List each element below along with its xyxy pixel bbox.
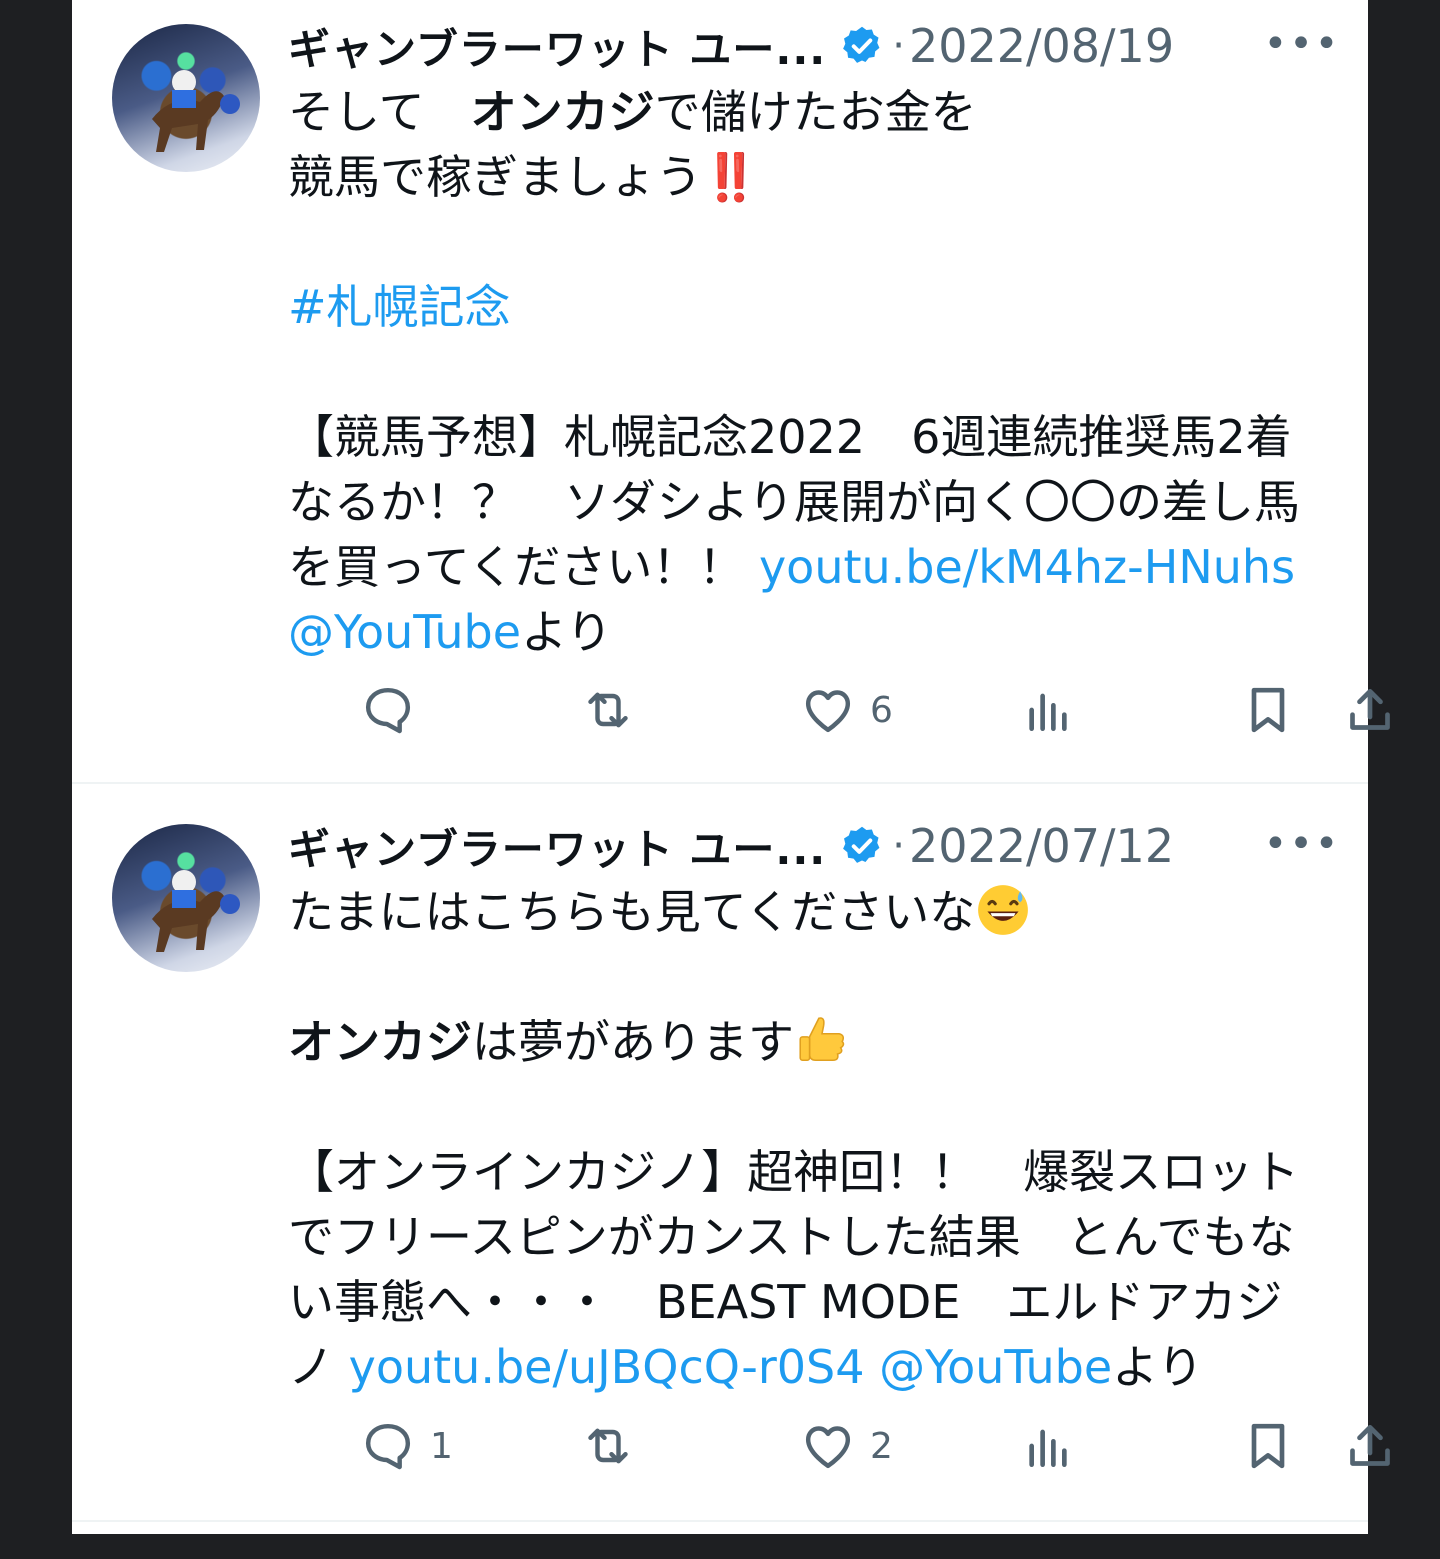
like-button[interactable]: 6 [800,680,893,740]
horse-racing-photo [152,70,240,152]
mention-link[interactable]: @YouTube [879,1340,1112,1394]
mention-link[interactable]: @YouTube [288,605,521,659]
text-line: なるか！？ ソダシより展開が向く〇〇の差し馬 [288,470,1328,535]
text-line: オンカジは夢があります [288,1010,1328,1075]
reply-icon [365,1423,411,1470]
retweet-icon [588,692,628,728]
timeline: ギャンブラーワット ユー... · 2022/08/19 ••• そして オンカ… [72,0,1390,1534]
text: を買ってください！！ [288,540,759,594]
text: で儲けたお金を [654,85,977,139]
bold-text: オンカジ [470,85,655,139]
text: 競馬で稼ぎましょう [288,150,702,204]
more-options-icon[interactable]: ••• [1264,14,1339,74]
action-bar: 1 2 [288,1416,1390,1476]
share-button[interactable] [1342,680,1398,740]
avatar[interactable] [112,824,260,972]
text: 【オンラインカジノ】超神回！！ 爆裂スロット [288,1145,1300,1199]
text-line: 競馬で稼ぎましょう‼️ [288,145,1328,210]
verified-badge-icon [843,26,880,63]
tweet[interactable]: ギャンブラーワット ユー... · 2022/08/19 ••• そして オンカ… [72,0,1390,784]
text-line: い事態へ・・・ BEAST MODE エルドアカジ [288,1270,1328,1335]
bookmark-icon [1251,687,1285,733]
reply-button[interactable] [360,680,430,740]
verified-badge-icon [843,826,880,863]
analytics-icon [1029,693,1067,731]
tweet[interactable]: ギャンブラーワット ユー... · 2022/07/12 ••• たまにはこちら… [72,784,1390,1522]
reply-icon [365,687,411,734]
text-line: たまにはこちらも見てくださいな [288,880,1328,945]
action-bar: 6 [288,680,1390,740]
more-options-icon[interactable]: ••• [1264,814,1339,874]
heart-icon [805,690,851,733]
grinning-sweat-emoji-icon [978,885,1029,935]
text: より [1112,1340,1204,1394]
text: ノ [288,1340,349,1394]
tweet-text: そして オンカジで儲けたお金を 競馬で稼ぎましょう‼️ #札幌記念 【競馬予想】… [288,80,1328,665]
text-line: 【オンラインカジノ】超神回！！ 爆裂スロット [288,1140,1328,1205]
like-count: 6 [870,689,893,731]
author-name[interactable]: ギャンブラーワット ユー... [288,816,826,877]
text: たまにはこちらも見てくださいな [288,885,976,939]
text: なるか！？ ソダシより展開が向く〇〇の差し馬 [288,475,1300,529]
views-button[interactable] [1020,1416,1076,1476]
separator: · [892,823,905,869]
retweet-button[interactable] [580,1416,636,1476]
double-exclamation-emoji: ‼️ [702,150,759,204]
analytics-icon [1029,1429,1067,1467]
horse-racing-photo [152,870,240,952]
url-link[interactable]: youtu.be/uJBQcQ-r0S4 [349,1340,865,1394]
hashtag-link[interactable]: #札幌記念 [288,280,511,334]
reply-button[interactable]: 1 [360,1416,453,1476]
text: でフリースピンがカンストした結果 とんでもな [288,1210,1295,1264]
author-name[interactable]: ギャンブラーワット ユー... [288,16,826,77]
text: は夢があります [472,1015,794,1069]
tweet-header: ギャンブラーワット ユー... · 2022/08/19 [288,16,1174,76]
share-button[interactable] [1342,1416,1398,1476]
bookmark-icon [1251,1423,1285,1469]
reply-count: 1 [430,1425,453,1467]
tweet-header: ギャンブラーワット ユー... · 2022/07/12 [288,816,1174,876]
text [864,1340,879,1394]
avatar[interactable] [112,24,260,172]
text: 【競馬予想】札幌記念2022 6週連続推奨馬2着 [288,410,1292,464]
retweet-icon [588,1428,628,1464]
url-link[interactable]: youtu.be/kM4hz-HNuhs [759,540,1295,594]
tweet-date[interactable]: 2022/07/12 [909,819,1174,873]
bookmark-button[interactable] [1240,680,1296,740]
text-line: #札幌記念 [288,275,1328,340]
tweet-text: たまにはこちらも見てくださいな オンカジは夢があります 【オンラインカジノ】超神… [288,880,1328,1400]
text-line: そして オンカジで儲けたお金を [288,80,1328,145]
heart-icon [805,1426,851,1469]
like-count: 2 [870,1425,893,1467]
bold-text: オンカジ [288,1015,472,1069]
retweet-button[interactable] [580,680,636,740]
separator: · [892,23,905,69]
text-line: を買ってください！！ youtu.be/kM4hz-HNuhs [288,535,1328,600]
text-line: @YouTubeより [288,600,1328,665]
share-icon [1350,689,1390,730]
like-button[interactable]: 2 [800,1416,893,1476]
share-icon [1350,1425,1390,1466]
text: い事態へ・・・ BEAST MODE エルドアカジ [288,1275,1283,1329]
bookmark-button[interactable] [1240,1416,1296,1476]
text-line: 【競馬予想】札幌記念2022 6週連続推奨馬2着 [288,405,1328,470]
thumbs-up-emoji-icon [799,1017,845,1061]
text-line: でフリースピンがカンストした結果 とんでもな [288,1205,1328,1270]
text: より [521,605,613,659]
views-button[interactable] [1020,680,1076,740]
text-line: ノ youtu.be/uJBQcQ-r0S4 @YouTubeより [288,1335,1328,1400]
text: そして [288,85,471,139]
tweet-date[interactable]: 2022/08/19 [909,19,1174,73]
